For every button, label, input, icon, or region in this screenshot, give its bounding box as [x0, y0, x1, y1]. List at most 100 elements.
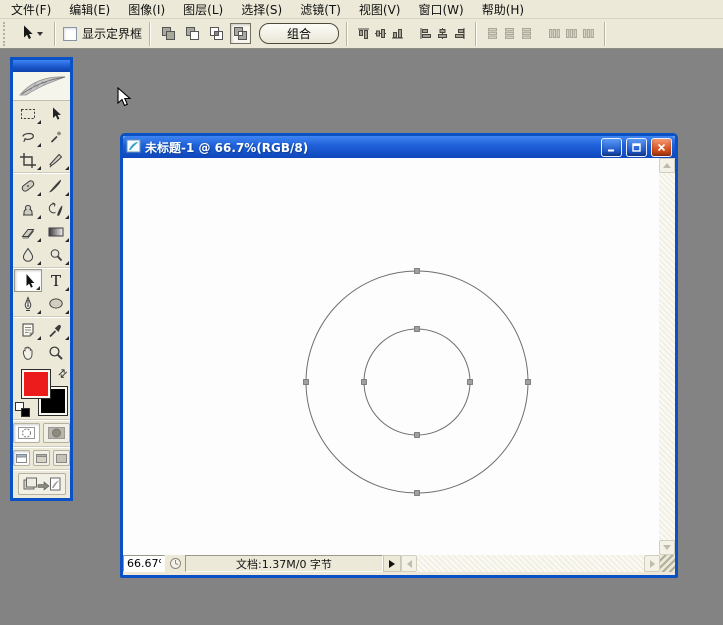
scroll-down-button[interactable]: [659, 540, 675, 555]
standard-mode-button[interactable]: [13, 423, 40, 443]
anchor-point[interactable]: [362, 380, 367, 385]
add-shape-area-button[interactable]: [158, 23, 179, 44]
gradient-tool[interactable]: [42, 220, 70, 243]
distribute-horizontal-centers-button[interactable]: [563, 25, 580, 42]
ellipse-path[interactable]: [306, 271, 528, 493]
window-resize-grip[interactable]: [660, 555, 675, 572]
show-bounding-box-checkbox[interactable]: [63, 27, 77, 41]
anchor-point[interactable]: [526, 380, 531, 385]
ellipse-shape-tool[interactable]: [42, 292, 70, 315]
anchor-point[interactable]: [415, 269, 420, 274]
minimize-icon: [607, 143, 616, 152]
status-popout-button[interactable]: [383, 555, 401, 572]
lasso-tool[interactable]: [14, 125, 42, 148]
options-bar-grip[interactable]: [3, 22, 10, 46]
toolbox-titlebar[interactable]: [13, 60, 70, 72]
pen-tool[interactable]: [14, 292, 42, 315]
intersect-shape-area-button[interactable]: [206, 23, 227, 44]
distribute-left-edges-button[interactable]: [546, 25, 563, 42]
menu-item-4[interactable]: 选择(S): [232, 0, 291, 19]
align-vertical-centers-button[interactable]: [372, 25, 389, 42]
menu-item-3[interactable]: 图层(L): [174, 0, 232, 19]
anchor-point[interactable]: [415, 433, 420, 438]
rectangular-marquee-tool[interactable]: [14, 102, 42, 125]
current-tool-preview[interactable]: [14, 24, 47, 44]
distribute-vertical-centers-button[interactable]: [501, 25, 518, 42]
ellipse-path[interactable]: [364, 329, 470, 435]
align-buttons: [355, 25, 468, 42]
anchor-point[interactable]: [415, 491, 420, 496]
maximize-button[interactable]: [626, 138, 647, 157]
document-titlebar[interactable]: 未标题-1 @ 66.7%(RGB/8): [123, 136, 675, 158]
foreground-color-swatch[interactable]: [22, 370, 50, 398]
close-button[interactable]: [651, 138, 672, 157]
menu-item-6[interactable]: 视图(V): [350, 0, 410, 19]
notes-tool[interactable]: [14, 318, 42, 341]
history-brush-tool[interactable]: [42, 197, 70, 220]
magic-wand-tool[interactable]: [42, 125, 70, 148]
blur-tool[interactable]: [14, 243, 42, 266]
move-tool[interactable]: [42, 102, 70, 125]
menu-item-5[interactable]: 滤镜(T): [291, 0, 350, 19]
align-top-edges-button[interactable]: [355, 25, 372, 42]
fullscreen-mode-button[interactable]: [53, 450, 70, 466]
crop-tool[interactable]: [14, 148, 42, 171]
vertical-scroll-track[interactable]: [659, 173, 675, 540]
quick-mask-mode-button[interactable]: [43, 423, 70, 443]
vertical-scrollbar[interactable]: [659, 158, 675, 555]
scroll-right-icon: [650, 560, 655, 568]
flyout-triangle-icon: [37, 215, 41, 219]
horizontal-scrollbar[interactable]: [401, 555, 660, 572]
anchor-point[interactable]: [468, 380, 473, 385]
distribute-bottom-edges-button[interactable]: [518, 25, 535, 42]
anchor-point[interactable]: [304, 380, 309, 385]
eyedropper-tool[interactable]: [42, 318, 70, 341]
separator: [346, 22, 348, 46]
anchor-point[interactable]: [415, 327, 420, 332]
healing-brush-tool[interactable]: [14, 174, 42, 197]
eraser-tool[interactable]: [14, 220, 42, 243]
default-colors-icon[interactable]: [16, 403, 29, 416]
scroll-up-button[interactable]: [659, 158, 675, 173]
align-right-edges-button[interactable]: [451, 25, 468, 42]
mask-mode-row: [13, 420, 70, 447]
menu-item-1[interactable]: 编辑(E): [60, 0, 119, 19]
align-horizontal-centers-button[interactable]: [434, 25, 451, 42]
distribute-right-edges-button[interactable]: [580, 25, 597, 42]
menu-item-8[interactable]: 帮助(H): [473, 0, 533, 19]
menu-item-0[interactable]: 文件(F): [2, 0, 60, 19]
path-selection-tool[interactable]: [14, 269, 42, 292]
standard-screen-mode-button[interactable]: [13, 450, 30, 466]
dodge-tool[interactable]: [42, 243, 70, 266]
exclude-shape-area-button[interactable]: [230, 23, 251, 44]
scroll-right-button[interactable]: [644, 555, 660, 572]
type-tool[interactable]: T: [42, 269, 70, 292]
distribute-top-edges-button[interactable]: [484, 25, 501, 42]
swap-colors-icon[interactable]: ⇄: [55, 366, 71, 382]
flyout-triangle-icon: [36, 286, 40, 290]
clone-stamp-tool[interactable]: [14, 197, 42, 220]
document-window: 未标题-1 @ 66.7%(RGB/8) 文档:1.3: [120, 133, 678, 578]
menu-item-7[interactable]: 窗口(W): [409, 0, 472, 19]
subtract-shape-area-button[interactable]: [182, 23, 203, 44]
scroll-left-button[interactable]: [401, 555, 417, 572]
align-left-edges-button[interactable]: [417, 25, 434, 42]
slice-tool[interactable]: [42, 148, 70, 171]
combine-button[interactable]: 组合: [259, 23, 339, 44]
zoom-level-field[interactable]: [123, 555, 165, 572]
flyout-triangle-icon: [65, 261, 69, 265]
brush-tool[interactable]: [42, 174, 70, 197]
flyout-triangle-icon: [37, 336, 41, 340]
fullscreen-with-menu-button[interactable]: [33, 450, 50, 466]
options-bar: 显示定界框 组合: [0, 19, 723, 49]
zoom-tool[interactable]: [42, 341, 70, 364]
jump-to-imageready-button[interactable]: [18, 473, 66, 495]
timer-icon[interactable]: [165, 555, 185, 572]
canvas[interactable]: [123, 158, 659, 555]
horizontal-scroll-track[interactable]: [417, 555, 644, 572]
hand-tool[interactable]: [14, 341, 42, 364]
align-bottom-edges-button[interactable]: [389, 25, 406, 42]
menu-item-2[interactable]: 图像(I): [119, 0, 174, 19]
tool-group-0: [13, 101, 70, 173]
minimize-button[interactable]: [601, 138, 622, 157]
